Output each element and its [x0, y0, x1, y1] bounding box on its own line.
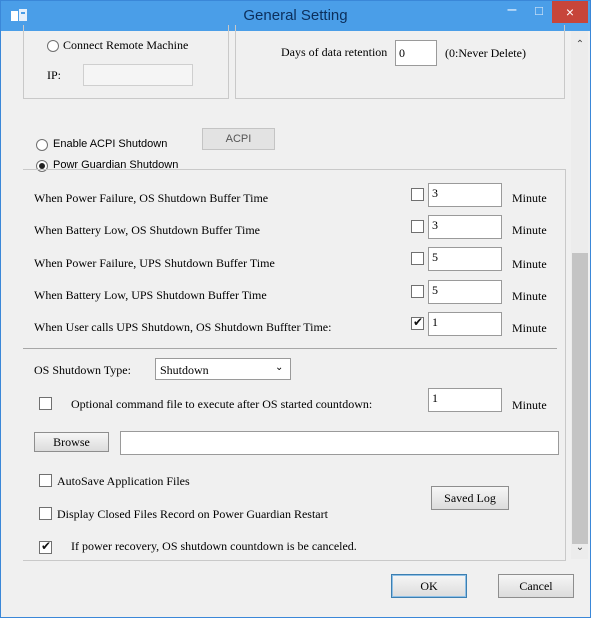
buffer-row-label: When Battery Low, OS Shutdown Buffer Tim… [34, 223, 260, 237]
acpi-shutdown-label: Enable ACPI Shutdown [53, 138, 168, 150]
buffer-row-label: When Power Failure, OS Shutdown Buffer T… [34, 191, 269, 205]
scrollbar-thumb[interactable] [572, 253, 588, 544]
ok-button[interactable]: OK [391, 574, 467, 598]
buffer-row-unit: Minute [512, 191, 547, 205]
autosave-checkbox[interactable] [39, 474, 52, 487]
buffer-row-checkbox[interactable] [411, 188, 424, 201]
acpi-button[interactable]: ACPI [202, 128, 275, 150]
command-path-input[interactable] [120, 431, 559, 455]
close-button[interactable]: × [552, 1, 588, 23]
buffer-row-input[interactable]: 3 [428, 183, 502, 207]
divider [23, 348, 557, 349]
buffer-row-checkbox[interactable] [411, 285, 424, 298]
buffer-row-unit: Minute [512, 289, 547, 303]
buffer-row-checkbox[interactable] [411, 220, 424, 233]
scroll-down-icon[interactable]: ⌄ [572, 542, 588, 553]
ip-input[interactable] [83, 64, 193, 86]
buffer-row-checkbox[interactable] [411, 252, 424, 265]
cancel-button[interactable]: Cancel [498, 574, 574, 598]
retention-label: Days of data retention [281, 45, 388, 59]
maximize-button[interactable]: ☐ [526, 1, 552, 23]
retention-input[interactable]: 0 [395, 40, 437, 66]
buffer-row-input[interactable]: 1 [428, 312, 502, 336]
connect-remote-label: Connect Remote Machine [63, 38, 189, 52]
ip-label: IP: [47, 68, 62, 82]
autosave-label: AutoSave Application Files [57, 474, 190, 488]
buffer-row-input[interactable]: 3 [428, 215, 502, 239]
command-countdown-input[interactable]: 1 [428, 388, 502, 412]
buffer-row-input[interactable]: 5 [428, 247, 502, 271]
chevron-down-icon: ⌄ [275, 362, 284, 373]
power-recovery-checkbox[interactable] [39, 539, 52, 554]
buffer-row-unit: Minute [512, 321, 547, 335]
buffer-row-input[interactable]: 5 [428, 280, 502, 304]
command-file-checkbox[interactable] [39, 397, 52, 410]
buffer-row-label: When Power Failure, UPS Shutdown Buffer … [34, 256, 275, 270]
scroll-up-icon[interactable]: ⌃ [572, 39, 588, 50]
buffer-row-unit: Minute [512, 223, 547, 237]
command-countdown-unit: Minute [512, 398, 547, 412]
display-closed-files-checkbox[interactable] [39, 507, 52, 520]
os-shutdown-type-select[interactable]: Shutdown ⌄ [155, 358, 291, 380]
buffer-row-label: When User calls UPS Shutdown, OS Shutdow… [34, 320, 332, 334]
buffer-row-unit: Minute [512, 257, 547, 271]
connect-remote-radio[interactable] [47, 40, 59, 52]
minimize-button[interactable]: – [498, 1, 526, 23]
os-shutdown-type-value: Shutdown [160, 363, 209, 377]
buffer-row-checkbox[interactable] [411, 315, 424, 330]
retention-hint: (0:Never Delete) [445, 46, 526, 60]
display-closed-files-label: Display Closed Files Record on Power Gua… [57, 507, 328, 521]
saved-log-button[interactable]: Saved Log [431, 486, 509, 510]
remote-group [23, 25, 229, 99]
buffer-row-label: When Battery Low, UPS Shutdown Buffer Ti… [34, 288, 267, 302]
general-setting-window: General Setting – ☐ × Connect Remote Mac… [0, 0, 591, 618]
power-recovery-label: If power recovery, OS shutdown countdown… [71, 539, 357, 553]
command-file-label: Optional command file to execute after O… [71, 397, 373, 411]
acpi-shutdown-radio[interactable] [36, 139, 48, 151]
browse-button[interactable]: Browse [34, 432, 109, 452]
os-shutdown-type-label: OS Shutdown Type: [34, 363, 131, 377]
